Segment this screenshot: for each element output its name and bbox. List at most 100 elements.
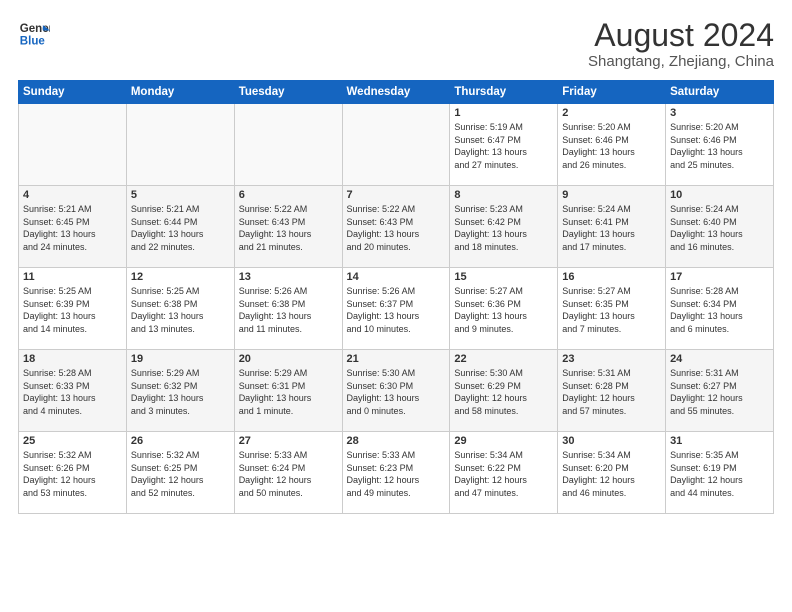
calendar-cell: 6 Sunrise: 5:22 AM Sunset: 6:43 PM Daylig… — [234, 186, 342, 268]
day-info: Sunrise: 5:34 AM Sunset: 6:20 PM Dayligh… — [562, 449, 661, 499]
day-number: 24 — [670, 353, 769, 365]
day-info: Sunrise: 5:20 AM Sunset: 6:46 PM Dayligh… — [562, 121, 661, 171]
day-number: 21 — [347, 353, 446, 365]
title-block: August 2024 Shangtang, Zhejiang, China — [588, 18, 774, 70]
day-info: Sunrise: 5:34 AM Sunset: 6:22 PM Dayligh… — [454, 449, 553, 499]
calendar-cell: 5 Sunrise: 5:21 AM Sunset: 6:44 PM Daylig… — [126, 186, 234, 268]
day-info: Sunrise: 5:25 AM Sunset: 6:38 PM Dayligh… — [131, 285, 230, 335]
calendar-cell: 20Sunrise: 5:29 AM Sunset: 6:31 PM Dayli… — [234, 350, 342, 432]
day-number: 27 — [239, 435, 338, 447]
weekday-header: Tuesday — [234, 81, 342, 104]
day-number: 8 — [454, 189, 553, 201]
day-number: 16 — [562, 271, 661, 283]
calendar-cell — [19, 104, 127, 186]
day-number: 1 — [454, 107, 553, 119]
day-info: Sunrise: 5:30 AM Sunset: 6:29 PM Dayligh… — [454, 367, 553, 417]
weekday-header: Monday — [126, 81, 234, 104]
day-number: 18 — [23, 353, 122, 365]
day-info: Sunrise: 5:22 AM Sunset: 6:43 PM Dayligh… — [347, 203, 446, 253]
weekday-header: Sunday — [19, 81, 127, 104]
day-info: Sunrise: 5:28 AM Sunset: 6:34 PM Dayligh… — [670, 285, 769, 335]
day-info: Sunrise: 5:26 AM Sunset: 6:38 PM Dayligh… — [239, 285, 338, 335]
day-info: Sunrise: 5:27 AM Sunset: 6:35 PM Dayligh… — [562, 285, 661, 335]
header: General Blue August 2024 Shangtang, Zhej… — [18, 18, 774, 70]
day-info: Sunrise: 5:20 AM Sunset: 6:46 PM Dayligh… — [670, 121, 769, 171]
calendar-cell: 4 Sunrise: 5:21 AM Sunset: 6:45 PM Daylig… — [19, 186, 127, 268]
calendar-cell: 19 Sunrise: 5:29 AM Sunset: 6:32 PM Dayli… — [126, 350, 234, 432]
calendar-cell: 11 Sunrise: 5:25 AM Sunset: 6:39 PM Dayli… — [19, 268, 127, 350]
day-number: 17 — [670, 271, 769, 283]
calendar-cell: 24 Sunrise: 5:31 AM Sunset: 6:27 PM Dayli… — [666, 350, 774, 432]
calendar-week-row: 25Sunrise: 5:32 AM Sunset: 6:26 PM Dayli… — [19, 432, 774, 514]
day-number: 28 — [347, 435, 446, 447]
calendar-cell: 23 Sunrise: 5:31 AM Sunset: 6:28 PM Dayli… — [558, 350, 666, 432]
calendar-cell — [342, 104, 450, 186]
calendar-cell: 2 Sunrise: 5:20 AM Sunset: 6:46 PM Daylig… — [558, 104, 666, 186]
day-info: Sunrise: 5:28 AM Sunset: 6:33 PM Dayligh… — [23, 367, 122, 417]
day-info: Sunrise: 5:24 AM Sunset: 6:40 PM Dayligh… — [670, 203, 769, 253]
calendar-cell: 27 Sunrise: 5:33 AM Sunset: 6:24 PM Dayli… — [234, 432, 342, 514]
calendar-cell: 28 Sunrise: 5:33 AM Sunset: 6:23 PM Dayli… — [342, 432, 450, 514]
calendar-cell — [234, 104, 342, 186]
calendar-cell: 29 Sunrise: 5:34 AM Sunset: 6:22 PM Dayli… — [450, 432, 558, 514]
day-info: Sunrise: 5:25 AM Sunset: 6:39 PM Dayligh… — [23, 285, 122, 335]
day-info: Sunrise: 5:33 AM Sunset: 6:23 PM Dayligh… — [347, 449, 446, 499]
calendar-cell: 31Sunrise: 5:35 AM Sunset: 6:19 PM Dayli… — [666, 432, 774, 514]
day-info: Sunrise: 5:32 AM Sunset: 6:25 PM Dayligh… — [131, 449, 230, 499]
calendar-cell: 18 Sunrise: 5:28 AM Sunset: 6:33 PM Dayli… — [19, 350, 127, 432]
weekday-header: Thursday — [450, 81, 558, 104]
day-info: Sunrise: 5:23 AM Sunset: 6:42 PM Dayligh… — [454, 203, 553, 253]
weekday-header: Wednesday — [342, 81, 450, 104]
calendar-cell: 1 Sunrise: 5:19 AM Sunset: 6:47 PM Daylig… — [450, 104, 558, 186]
day-number: 26 — [131, 435, 230, 447]
calendar-cell: 9 Sunrise: 5:24 AM Sunset: 6:41 PM Daylig… — [558, 186, 666, 268]
calendar-cell: 25Sunrise: 5:32 AM Sunset: 6:26 PM Dayli… — [19, 432, 127, 514]
day-info: Sunrise: 5:21 AM Sunset: 6:45 PM Dayligh… — [23, 203, 122, 253]
calendar-table: SundayMondayTuesdayWednesdayThursdayFrid… — [18, 80, 774, 514]
day-info: Sunrise: 5:22 AM Sunset: 6:43 PM Dayligh… — [239, 203, 338, 253]
calendar-week-row: 18 Sunrise: 5:28 AM Sunset: 6:33 PM Dayli… — [19, 350, 774, 432]
day-number: 3 — [670, 107, 769, 119]
day-number: 5 — [131, 189, 230, 201]
calendar-cell: 13 Sunrise: 5:26 AM Sunset: 6:38 PM Dayli… — [234, 268, 342, 350]
calendar-cell: 12 Sunrise: 5:25 AM Sunset: 6:38 PM Dayli… — [126, 268, 234, 350]
day-number: 29 — [454, 435, 553, 447]
calendar-week-row: 11 Sunrise: 5:25 AM Sunset: 6:39 PM Dayli… — [19, 268, 774, 350]
calendar-week-row: 4 Sunrise: 5:21 AM Sunset: 6:45 PM Daylig… — [19, 186, 774, 268]
day-info: Sunrise: 5:19 AM Sunset: 6:47 PM Dayligh… — [454, 121, 553, 171]
day-info: Sunrise: 5:30 AM Sunset: 6:30 PM Dayligh… — [347, 367, 446, 417]
calendar-week-row: 1 Sunrise: 5:19 AM Sunset: 6:47 PM Daylig… — [19, 104, 774, 186]
day-info: Sunrise: 5:29 AM Sunset: 6:32 PM Dayligh… — [131, 367, 230, 417]
day-info: Sunrise: 5:26 AM Sunset: 6:37 PM Dayligh… — [347, 285, 446, 335]
day-number: 4 — [23, 189, 122, 201]
day-info: Sunrise: 5:32 AM Sunset: 6:26 PM Dayligh… — [23, 449, 122, 499]
calendar-cell: 10 Sunrise: 5:24 AM Sunset: 6:40 PM Dayli… — [666, 186, 774, 268]
day-info: Sunrise: 5:21 AM Sunset: 6:44 PM Dayligh… — [131, 203, 230, 253]
day-info: Sunrise: 5:31 AM Sunset: 6:27 PM Dayligh… — [670, 367, 769, 417]
day-number: 15 — [454, 271, 553, 283]
calendar-cell: 3 Sunrise: 5:20 AM Sunset: 6:46 PM Daylig… — [666, 104, 774, 186]
calendar-cell: 8 Sunrise: 5:23 AM Sunset: 6:42 PM Daylig… — [450, 186, 558, 268]
day-number: 13 — [239, 271, 338, 283]
day-info: Sunrise: 5:24 AM Sunset: 6:41 PM Dayligh… — [562, 203, 661, 253]
day-number: 7 — [347, 189, 446, 201]
day-number: 19 — [131, 353, 230, 365]
day-info: Sunrise: 5:35 AM Sunset: 6:19 PM Dayligh… — [670, 449, 769, 499]
day-info: Sunrise: 5:29 AM Sunset: 6:31 PM Dayligh… — [239, 367, 338, 417]
day-number: 23 — [562, 353, 661, 365]
day-info: Sunrise: 5:27 AM Sunset: 6:36 PM Dayligh… — [454, 285, 553, 335]
day-number: 9 — [562, 189, 661, 201]
day-number: 6 — [239, 189, 338, 201]
calendar-cell — [126, 104, 234, 186]
day-number: 11 — [23, 271, 122, 283]
day-number: 10 — [670, 189, 769, 201]
logo-icon: General Blue — [18, 18, 50, 50]
calendar-cell: 14 Sunrise: 5:26 AM Sunset: 6:37 PM Dayli… — [342, 268, 450, 350]
day-info: Sunrise: 5:31 AM Sunset: 6:28 PM Dayligh… — [562, 367, 661, 417]
logo: General Blue — [18, 18, 50, 50]
day-info: Sunrise: 5:33 AM Sunset: 6:24 PM Dayligh… — [239, 449, 338, 499]
day-number: 14 — [347, 271, 446, 283]
weekday-header: Saturday — [666, 81, 774, 104]
day-number: 2 — [562, 107, 661, 119]
day-number: 12 — [131, 271, 230, 283]
